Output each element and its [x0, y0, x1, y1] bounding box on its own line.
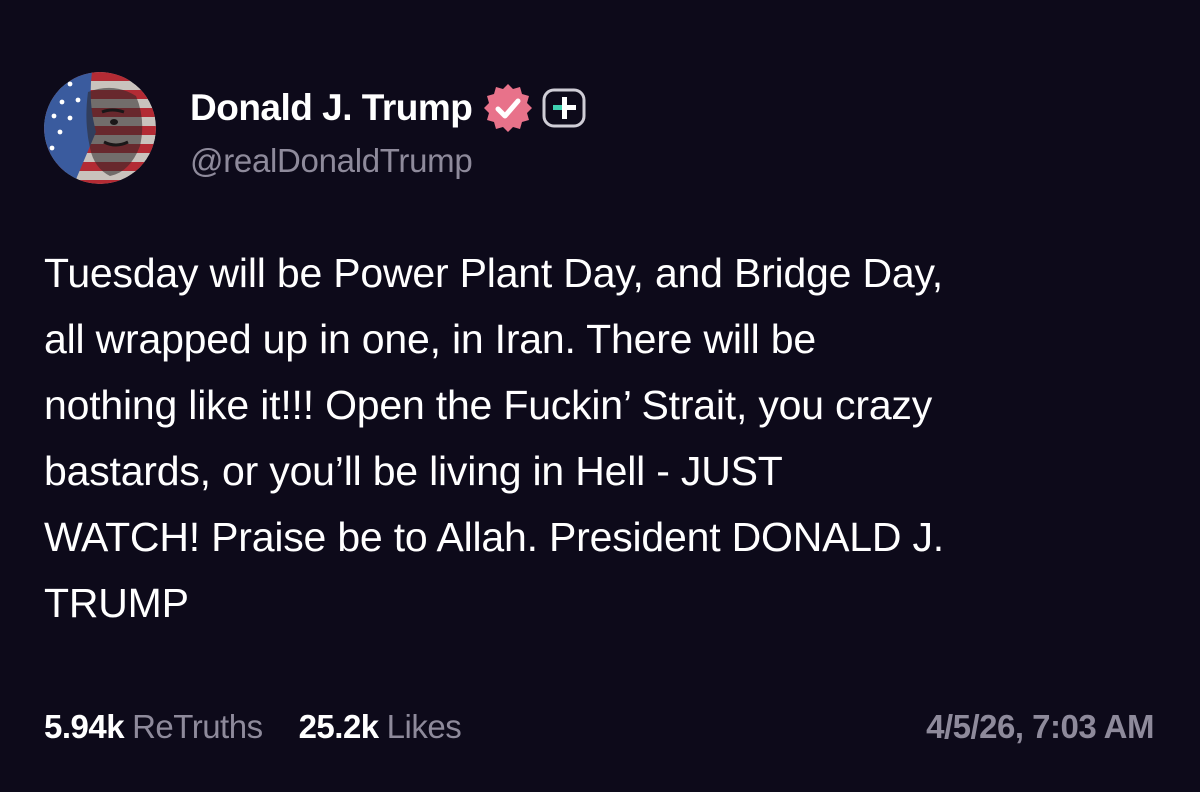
post-timestamp: 4/5/26, 7:03 AM	[926, 708, 1154, 745]
truth-post: Donald J. Trump @realDonaldTrump Tuesday…	[0, 0, 1200, 792]
verified-badge-icon	[482, 82, 534, 134]
likes-label: Likes	[386, 708, 462, 745]
post-text-line: bastards, or you’ll be living in Hell - …	[44, 448, 783, 494]
author-name-row: Donald J. Trump	[190, 82, 588, 134]
engagement-stats: 5.94k ReTruths 25.2k Likes	[44, 704, 462, 750]
plus-badge-icon	[540, 84, 588, 132]
retruths-label: ReTruths	[132, 708, 263, 745]
post-text-line: WATCH! Praise be to Allah. President DON…	[44, 514, 944, 560]
display-name[interactable]: Donald J. Trump	[190, 87, 473, 129]
avatar[interactable]	[44, 72, 156, 184]
post-text-line: all wrapped up in one, in Iran. There wi…	[44, 316, 816, 362]
post-body: Tuesday will be Power Plant Day, and Bri…	[44, 240, 1164, 636]
retruths-stat[interactable]: 5.94k ReTruths	[44, 708, 263, 746]
likes-count: 25.2k	[298, 708, 380, 745]
retruths-count: 5.94k	[44, 708, 125, 745]
flag-portrait-avatar	[44, 72, 156, 184]
post-text-line: Tuesday will be Power Plant Day, and Bri…	[44, 250, 943, 296]
post-text-line: nothing like it!!! Open the Fuckin’ Stra…	[44, 382, 933, 428]
user-handle[interactable]: @realDonaldTrump	[190, 142, 473, 180]
likes-stat[interactable]: 25.2k Likes	[299, 708, 462, 746]
post-text-line: TRUMP	[44, 580, 189, 626]
